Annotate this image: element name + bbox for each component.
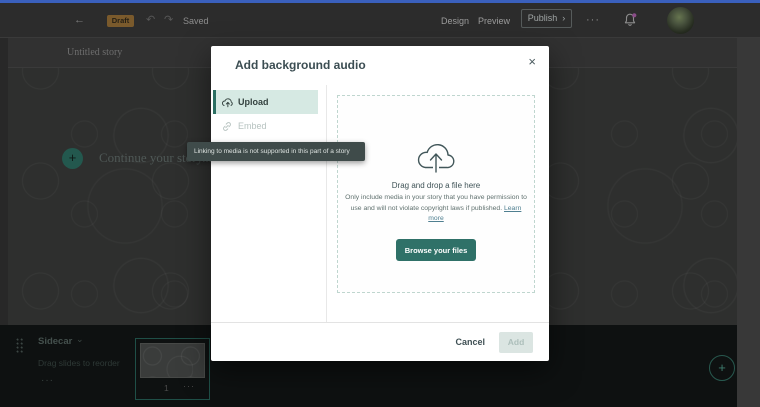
page-gutter <box>737 38 760 407</box>
add-slide-button[interactable]: + <box>709 355 735 381</box>
dropzone-note: Only include media in your story that yo… <box>345 194 527 223</box>
slide-number: 1 <box>164 383 169 393</box>
chevron-down-icon[interactable]: ⌄ <box>76 334 84 345</box>
file-dropzone[interactable]: Drag and drop a file here Only include m… <box>337 95 535 293</box>
publish-chevron-icon: › <box>562 13 566 23</box>
saved-status-label: Saved <box>183 16 209 26</box>
editor-header: ← Draft ↶ ↷ Saved Design Preview Publish… <box>0 3 760 38</box>
back-button[interactable]: ← <box>74 14 85 26</box>
modal-title: Add background audio <box>235 58 366 72</box>
nav-design[interactable]: Design <box>441 16 469 26</box>
reorder-hint: Drag slides to reorder <box>38 358 120 368</box>
tab-embed[interactable]: Embed <box>213 114 318 138</box>
dropzone-heading: Drag and drop a file here <box>391 181 481 190</box>
tab-upload[interactable]: Upload <box>213 90 318 114</box>
close-icon[interactable]: × <box>528 55 536 68</box>
slide-more-button[interactable]: ··· <box>183 381 195 391</box>
section-more-button[interactable]: ··· <box>41 375 54 386</box>
add-block-button[interactable]: + <box>62 148 83 169</box>
embed-disabled-tooltip: Linking to media is not supported in thi… <box>187 142 365 162</box>
upload-icon <box>221 97 233 107</box>
slide-thumbnail[interactable] <box>140 343 205 378</box>
modal-body: Upload Embed Drag and drop a file here O… <box>211 85 549 322</box>
publish-button[interactable]: Publish › <box>521 9 572 28</box>
header-more-button[interactable]: ··· <box>586 14 600 26</box>
cancel-button[interactable]: Cancel <box>455 337 485 347</box>
browse-files-button[interactable]: Browse your files <box>395 239 477 262</box>
nav-preview[interactable]: Preview <box>478 16 510 26</box>
add-background-audio-modal: Add background audio × Upload Embed Drag… <box>211 46 549 361</box>
link-icon <box>223 121 231 131</box>
notifications-bell-icon[interactable] <box>622 12 638 28</box>
tab-embed-label: Embed <box>238 121 267 131</box>
story-title[interactable]: Untitled story <box>67 38 122 68</box>
user-avatar[interactable] <box>667 7 694 34</box>
modal-tab-column: Upload Embed <box>211 85 327 322</box>
modal-footer: Cancel Add <box>211 322 549 361</box>
add-button-disabled[interactable]: Add <box>499 331 533 353</box>
section-label[interactable]: Sidecar <box>38 336 72 347</box>
undo-icon[interactable]: ↶ <box>146 13 155 26</box>
upload-cloud-icon <box>417 144 455 173</box>
redo-icon[interactable]: ↷ <box>164 13 173 26</box>
app-window: ← Draft ↶ ↷ Saved Design Preview Publish… <box>0 0 760 407</box>
drag-handle-icon[interactable] <box>16 338 24 353</box>
slide-item[interactable]: 1 ··· <box>135 338 210 400</box>
tab-upload-label: Upload <box>238 97 269 107</box>
draft-status-badge: Draft <box>107 15 134 27</box>
